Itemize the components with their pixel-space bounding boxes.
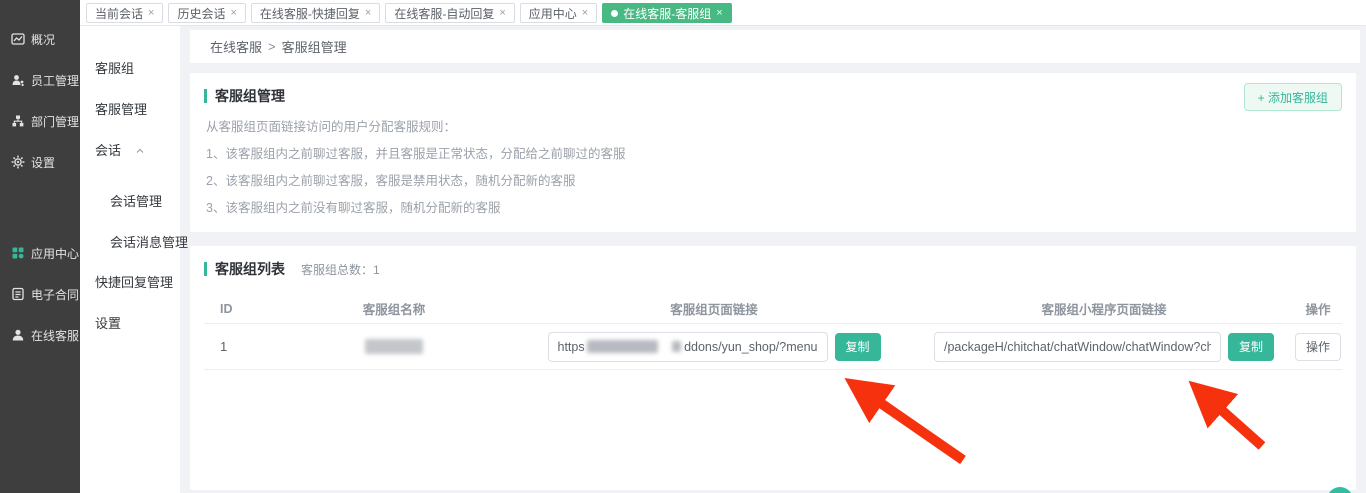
tab-label: 在线客服-客服组 xyxy=(623,5,711,22)
sidebar-item-label: 电子合同 xyxy=(31,286,79,303)
sidebar-item-session-message-manage[interactable]: 会话消息管理 xyxy=(80,230,180,252)
breadcrumb-separator: > xyxy=(268,39,276,54)
close-icon[interactable]: × xyxy=(148,8,154,19)
tab-current-session[interactable]: 当前会话 × xyxy=(86,3,163,23)
cell-id: 1 xyxy=(204,339,274,354)
cell-action: 操作 xyxy=(1294,333,1342,361)
sub-item-label: 设置 xyxy=(95,313,121,332)
copy-page-link-button[interactable]: 复制 xyxy=(835,333,881,361)
rule-1: 1、该客服组内之前聊过客服，并且客服是正常状态，分配给之前聊过的客服 xyxy=(206,143,625,162)
overview-chart-icon xyxy=(11,32,25,46)
close-icon[interactable]: × xyxy=(365,8,371,19)
link-text-suffix: ddons/yun_shop/?menu xyxy=(684,340,817,354)
gear-icon xyxy=(11,155,25,169)
sidebar-item-settings[interactable]: 设置 xyxy=(0,150,80,174)
header-mini-link: 客服组小程序页面链接 xyxy=(914,299,1294,318)
sidebar-item-overview[interactable]: 概况 xyxy=(0,27,80,51)
active-dot-icon xyxy=(611,10,618,17)
table-header-row: ID 客服组名称 客服组页面链接 客服组小程序页面链接 操作 xyxy=(204,294,1342,324)
staff-users-icon xyxy=(11,73,25,87)
service-group-table: ID 客服组名称 客服组页面链接 客服组小程序页面链接 操作 1 https d… xyxy=(204,294,1342,370)
sidebar-item-session-manage[interactable]: 会话管理 xyxy=(80,189,180,211)
tab-app-center[interactable]: 应用中心 × xyxy=(520,3,597,23)
tab-quick-reply[interactable]: 在线客服-快捷回复 × xyxy=(251,3,380,23)
tab-label: 当前会话 xyxy=(95,5,143,22)
rules-intro: 从客服组页面链接访问的用户分配客服规则： xyxy=(206,116,456,135)
blurred-domain xyxy=(587,340,659,353)
copy-mini-link-button[interactable]: 复制 xyxy=(1228,333,1274,361)
sidebar-item-label: 概况 xyxy=(31,31,55,48)
cell-page-link: https ddons/yun_shop/?menu 复制 xyxy=(514,332,914,362)
rule-2: 2、该客服组内之前聊过客服，客服是禁用状态，随机分配新的客服 xyxy=(206,170,575,189)
close-icon[interactable]: × xyxy=(230,8,236,19)
section-title: 客服组列表 xyxy=(215,259,285,279)
link-text-prefix: https xyxy=(558,340,585,354)
section-accent-bar xyxy=(204,262,207,276)
sidebar-item-online-service[interactable]: 在线客服 xyxy=(0,323,80,347)
module-sidebar: 客服组 客服管理 会话 会话管理 会话消息管理 快捷回复管理 设置 xyxy=(80,26,180,493)
section-title: 客服组管理 xyxy=(215,86,285,106)
sidebar-item-session[interactable]: 会话 xyxy=(80,138,180,160)
sub-item-label: 会话 xyxy=(95,140,121,159)
sub-item-label: 客服管理 xyxy=(95,99,147,118)
sidebar-item-label: 应用中心 xyxy=(31,245,79,262)
service-group-manage-card: 客服组管理 + 添加客服组 从客服组页面链接访问的用户分配客服规则： 1、该客服… xyxy=(190,73,1356,232)
service-person-icon xyxy=(11,328,25,342)
tab-label: 应用中心 xyxy=(529,5,577,22)
tab-label: 在线客服-自动回复 xyxy=(394,5,494,22)
close-icon[interactable]: × xyxy=(716,8,722,19)
cell-group-name xyxy=(274,339,514,354)
app-grid-icon xyxy=(11,246,25,260)
sidebar-item-contract[interactable]: 电子合同 xyxy=(0,282,80,306)
contract-doc-icon xyxy=(11,287,25,301)
table-row: 1 https ddons/yun_shop/?menu 复制 复制 操作 xyxy=(204,324,1342,370)
blurred-group-name xyxy=(365,339,423,354)
sub-item-label: 客服组 xyxy=(95,58,134,77)
breadcrumb-current: 客服组管理 xyxy=(282,37,347,56)
header-page-link: 客服组页面链接 xyxy=(514,299,914,318)
row-action-button[interactable]: 操作 xyxy=(1295,333,1341,361)
add-service-group-button[interactable]: + 添加客服组 xyxy=(1244,83,1342,111)
chevron-up-icon xyxy=(135,144,145,154)
group-total-count: 客服组总数：1 xyxy=(301,261,380,278)
sidebar-item-service-group[interactable]: 客服组 xyxy=(80,56,180,78)
header-action: 操作 xyxy=(1294,299,1342,318)
tab-history-session[interactable]: 历史会话 × xyxy=(168,3,245,23)
sidebar-item-label: 设置 xyxy=(31,154,55,171)
blurred-fragment xyxy=(672,341,681,352)
sidebar-item-label: 在线客服 xyxy=(31,327,79,344)
tab-service-group-active[interactable]: 在线客服-客服组 × xyxy=(602,3,731,23)
service-group-list-card: 客服组列表 客服组总数：1 ID 客服组名称 客服组页面链接 客服组小程序页面链… xyxy=(190,246,1356,490)
sidebar-item-label: 员工管理 xyxy=(31,72,79,89)
sidebar-item-service-manage[interactable]: 客服管理 xyxy=(80,97,180,119)
sidebar-item-settings[interactable]: 设置 xyxy=(80,311,180,333)
sidebar-item-label: 部门管理 xyxy=(31,113,79,130)
cell-mini-link: 复制 xyxy=(914,332,1294,362)
sub-item-label: 会话消息管理 xyxy=(110,232,188,251)
sidebar-item-department[interactable]: 部门管理 xyxy=(0,109,80,133)
close-icon[interactable]: × xyxy=(499,8,505,19)
tab-label: 在线客服-快捷回复 xyxy=(260,5,360,22)
sidebar-item-app-center[interactable]: 应用中心 xyxy=(0,241,80,265)
sidebar-item-quick-reply-manage[interactable]: 快捷回复管理 xyxy=(80,270,180,292)
breadcrumb: 在线客服 > 客服组管理 xyxy=(190,30,1360,63)
tab-label: 历史会话 xyxy=(177,5,225,22)
department-tree-icon xyxy=(11,114,25,128)
breadcrumb-root[interactable]: 在线客服 xyxy=(210,37,262,56)
section-accent-bar xyxy=(204,89,207,103)
sub-item-label: 会话管理 xyxy=(110,191,162,210)
sub-item-label: 快捷回复管理 xyxy=(95,272,173,291)
header-group-name: 客服组名称 xyxy=(274,299,514,318)
main-sidebar: 概况 员工管理 部门管理 设置 应用中心 电子合同 在线客服 xyxy=(0,0,80,493)
rule-3: 3、该客服组内之前没有聊过客服，随机分配新的客服 xyxy=(206,197,500,216)
mini-link-field[interactable] xyxy=(934,332,1221,362)
header-id: ID xyxy=(204,302,274,316)
tab-auto-reply[interactable]: 在线客服-自动回复 × xyxy=(385,3,514,23)
close-icon[interactable]: × xyxy=(582,8,588,19)
open-tabs-bar: 当前会话 × 历史会话 × 在线客服-快捷回复 × 在线客服-自动回复 × 应用… xyxy=(80,0,1366,26)
sidebar-item-staff[interactable]: 员工管理 xyxy=(0,68,80,92)
page-link-field[interactable]: https ddons/yun_shop/?menu xyxy=(548,332,828,362)
